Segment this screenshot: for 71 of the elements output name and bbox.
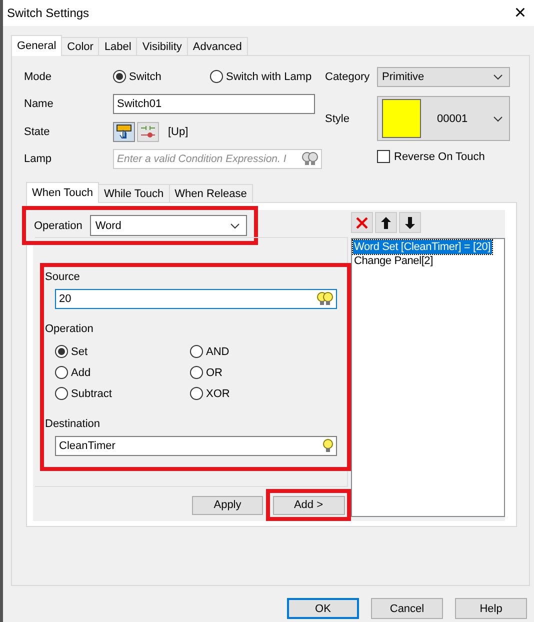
chevron-down-icon	[493, 74, 503, 80]
field-label: Mode	[24, 70, 53, 83]
name-field[interactable]: Switch01	[113, 94, 315, 114]
radio-label: AND	[206, 346, 230, 358]
radio-option[interactable]: Switch	[113, 70, 210, 84]
dialog-button[interactable]: OK	[287, 598, 359, 619]
field-label: Category	[325, 70, 371, 83]
radio-option[interactable]: Add	[55, 362, 190, 383]
action-list[interactable]: Word Set [CleanTimer] = [20] Change Panel[2]	[351, 238, 505, 517]
radio-option[interactable]: XOR	[190, 383, 290, 404]
field-label: State	[24, 126, 51, 138]
close-button[interactable]: ×	[506, 3, 534, 23]
bulb-icon[interactable]	[322, 438, 334, 454]
radio-icon[interactable]	[190, 345, 203, 358]
dialog-button[interactable]: Help	[455, 598, 527, 619]
swatch-icon	[382, 99, 421, 138]
arrow-up-icon[interactable]	[375, 212, 397, 233]
field-label: Operation	[45, 323, 94, 335]
action-list-item[interactable]: Change Panel[2]	[353, 254, 434, 268]
radio-icon[interactable]	[55, 366, 68, 379]
radio-icon[interactable]	[190, 387, 203, 400]
lamp-field[interactable]: Enter a valid Condition Expression. I	[113, 149, 322, 170]
radio-option[interactable]: AND	[190, 341, 290, 362]
radio-icon[interactable]	[113, 70, 126, 84]
radio-option[interactable]: OR	[190, 362, 290, 383]
field-label: Name	[24, 98, 54, 110]
tab[interactable]: Advanced	[186, 37, 248, 55]
radio-label: Add	[71, 366, 91, 378]
radio-icon[interactable]	[55, 387, 68, 400]
field-label: Lamp	[24, 153, 53, 166]
radio-label: Set	[71, 346, 88, 358]
action-list-item[interactable]: Word Set [CleanTimer] = [20]	[353, 240, 492, 254]
checkbox-option[interactable]: Reverse On Touch	[377, 146, 510, 166]
checkbox-icon[interactable]	[377, 150, 390, 163]
radio-option[interactable]: Subtract	[55, 383, 190, 404]
radio-option[interactable]: Set	[55, 341, 190, 362]
dialog-button[interactable]: Cancel	[371, 598, 443, 619]
field-label: Style	[325, 112, 350, 124]
radio-icon[interactable]	[190, 366, 203, 379]
radio-label: XOR	[206, 388, 230, 400]
tab[interactable]: When Touch	[26, 182, 99, 203]
arrow-down-icon[interactable]	[399, 212, 421, 233]
chevron-down-icon	[230, 222, 240, 228]
tab[interactable]: General	[11, 35, 62, 56]
radio-label: Switch	[129, 70, 162, 83]
source-field[interactable]: 20	[55, 289, 337, 309]
field-label: Source	[45, 271, 81, 283]
destination-field[interactable]: CleanTimer	[55, 436, 337, 456]
operation-dropdown[interactable]: Word	[90, 215, 248, 236]
radio-icon[interactable]	[55, 345, 68, 358]
chevron-down-icon	[493, 116, 503, 122]
field-label: Operation	[34, 220, 82, 232]
add-button[interactable]: Add >	[272, 496, 344, 514]
bulbs-icon[interactable]	[301, 151, 319, 168]
radio-option[interactable]: Switch with Lamp	[210, 70, 312, 84]
toggle-icon[interactable]	[137, 122, 159, 142]
state-value: [Up]	[168, 126, 188, 138]
bulbs-icon[interactable]	[316, 291, 334, 307]
apply-button[interactable]: Apply	[192, 496, 263, 514]
radio-label: OR	[206, 366, 222, 378]
radio-icon[interactable]	[210, 70, 223, 84]
checkbox-label: Reverse On Touch	[394, 150, 485, 162]
radio-label: Switch with Lamp	[226, 70, 312, 83]
radio-label: Subtract	[71, 388, 112, 400]
field-label: Destination	[45, 418, 102, 430]
style-dropdown[interactable]: 00001	[377, 96, 510, 141]
hand-pointer-icon[interactable]	[113, 122, 135, 142]
tab[interactable]: When Release	[168, 184, 253, 202]
tab[interactable]: Visibility	[136, 37, 188, 55]
category-dropdown[interactable]: Primitive	[377, 66, 510, 87]
window-title: Switch Settings	[7, 6, 90, 20]
